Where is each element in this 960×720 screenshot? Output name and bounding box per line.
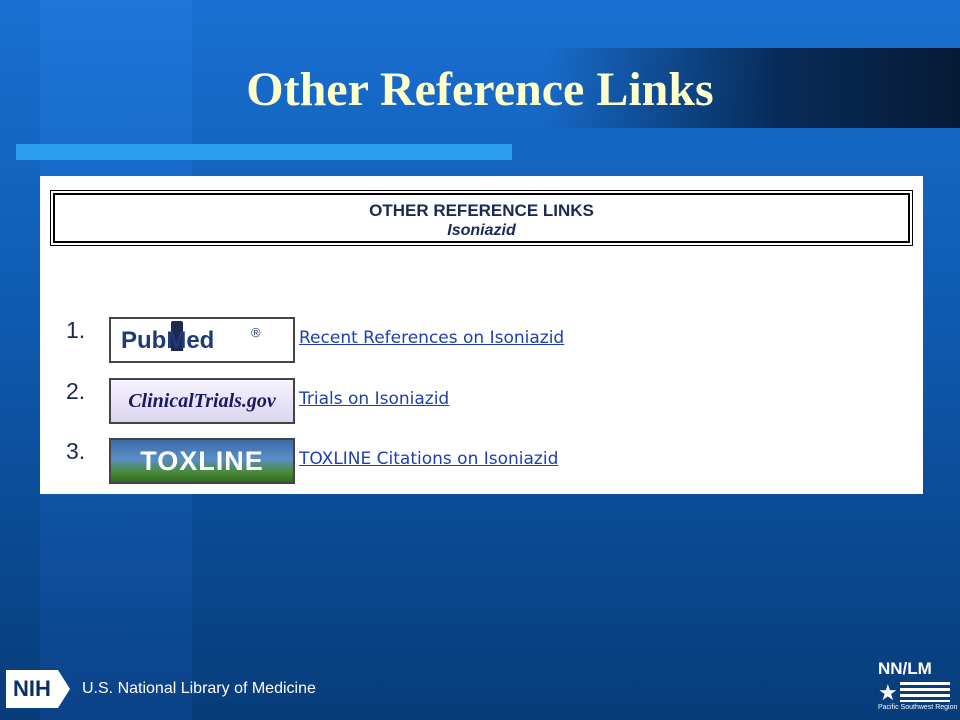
- panel-header-title: OTHER REFERENCE LINKS: [369, 201, 594, 220]
- pubmed-logo[interactable]: PubMed ®: [109, 317, 295, 363]
- toxline-logo-text: TOXLINE: [140, 446, 264, 476]
- reference-links-panel: OTHER REFERENCE LINKS Isoniazid 1. PubMe…: [40, 176, 923, 494]
- slide-title: Other Reference Links: [246, 63, 714, 116]
- row-number: 2.: [66, 378, 86, 404]
- row-number: 3.: [66, 438, 86, 464]
- toxline-logo[interactable]: TOXLINE: [109, 438, 295, 484]
- nnlm-logo: NN/LM ★ Pacific Southwest Region: [878, 659, 958, 714]
- clinicaltrials-logo-text: ClinicalTrials.gov: [128, 390, 276, 412]
- nih-mark: NIH: [6, 670, 58, 708]
- panel-header-inner: OTHER REFERENCE LINKS Isoniazid: [53, 193, 910, 243]
- nih-logo: NIH U.S. National Library of Medicine: [6, 669, 316, 709]
- nnlm-subtitle: Pacific Southwest Region: [878, 704, 958, 711]
- star-icon: ★: [878, 680, 898, 705]
- flag-stripes-icon: [900, 682, 950, 702]
- clinicaltrials-logo[interactable]: ClinicalTrials.gov: [109, 378, 295, 424]
- pubmed-logo-text: PubMed: [121, 327, 215, 354]
- link-toxline-citations[interactable]: TOXLINE Citations on Isoniazid: [299, 449, 558, 469]
- nnlm-title: NN/LM: [878, 659, 932, 678]
- accent-bar: [16, 144, 512, 160]
- panel-header-subtitle: Isoniazid: [447, 222, 516, 239]
- link-trials[interactable]: Trials on Isoniazid: [299, 389, 449, 409]
- registered-mark: ®: [251, 325, 261, 340]
- panel-header: OTHER REFERENCE LINKS Isoniazid: [50, 190, 913, 246]
- row-number: 1.: [66, 317, 86, 343]
- link-recent-references[interactable]: Recent References on Isoniazid: [299, 328, 564, 348]
- nih-label: U.S. National Library of Medicine: [82, 680, 316, 697]
- nih-arrow-icon: [58, 670, 70, 708]
